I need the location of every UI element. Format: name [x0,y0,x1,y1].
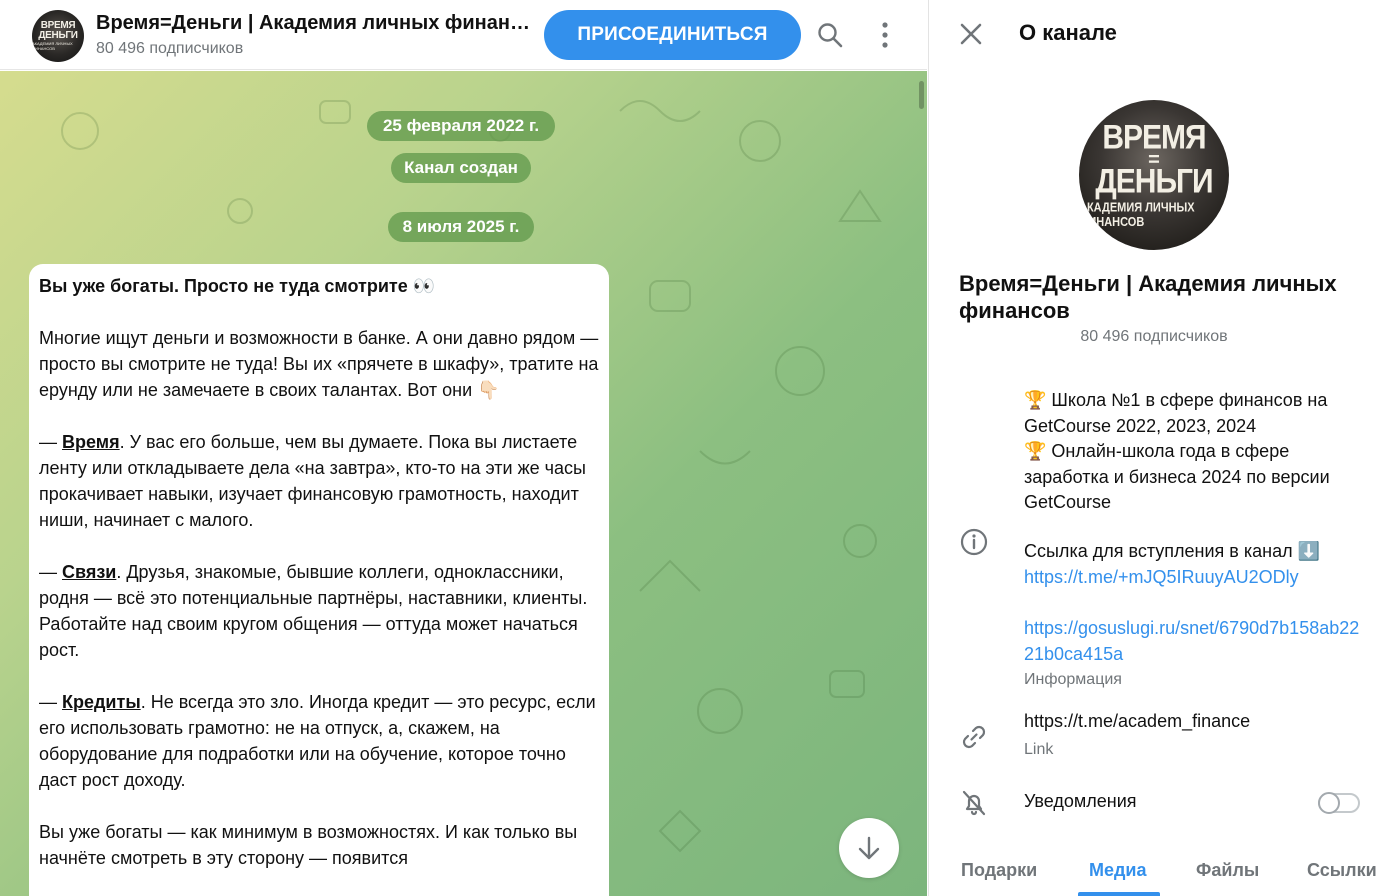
tab-gifts[interactable]: Подарки [961,860,1037,881]
toggle-knob [1318,792,1340,814]
more-vertical-icon[interactable] [872,20,898,50]
join-link-block: Ссылка для вступления в канал ⬇️ https:/… [1024,539,1369,590]
description-line: 🏆 Онлайн-школа года в сфере заработка и … [1024,441,1330,512]
panel-title: О канале [1019,20,1117,45]
post-term-link[interactable]: Связи [62,562,116,582]
chat-column: ВРЕМЯ ДЕНЬГИ АКАДЕМИЯ ЛИЧНЫХ ФИНАНСОВ Вр… [0,0,927,896]
post-headline: Вы уже богаты. Просто не туда смотрите 👀 [39,276,436,296]
channel-avatar[interactable]: ВРЕМЯ ДЕНЬГИ АКАДЕМИЯ ЛИЧНЫХ ФИНАНСОВ [32,10,84,62]
post-term-link[interactable]: Кредиты [62,692,141,712]
arrow-down-icon [858,836,880,860]
invite-link[interactable]: https://t.me/+mJQ5IRuuyAU2ODly [1024,567,1299,587]
channel-description: 🏆 Школа №1 в сфере финансов на GetCourse… [1024,388,1369,516]
info-caption: Информация [1024,671,1122,688]
chat-subscriber-count: 80 496 подписчиков [96,40,244,57]
tab-media[interactable]: Медиа [1089,860,1147,881]
join-button[interactable]: ПРИСОЕДИНИТЬСЯ [544,10,801,60]
link-icon [962,725,986,749]
scroll-to-bottom-button[interactable] [839,818,899,878]
channel-subscriber-count: 80 496 подписчиков [1080,328,1228,345]
gosuslugi-link-block: https://gosuslugi.ru/snet/6790d7b158ab22… [1024,616,1369,667]
date-separator: 8 июля 2025 г. [388,212,534,242]
avatar-text-line3: АКАДЕМИЯ ЛИЧНЫХ ФИНАНСОВ [1079,200,1195,230]
post-paragraph: Вы уже богаты — как минимум в возможност… [39,822,578,868]
avatar-text-line3: АКАДЕМИЯ ЛИЧНЫХ ФИНАНСОВ [32,41,73,51]
post-text: . У вас его больше, чем вы думаете. Пока… [39,432,586,530]
post-paragraph: — Время. У вас его больше, чем вы думает… [39,429,599,533]
search-icon[interactable] [815,20,845,50]
tab-files[interactable]: Файлы [1196,860,1259,881]
active-tab-indicator [1078,892,1160,896]
service-message-channel-created: Канал создан [391,153,531,183]
notifications-toggle[interactable] [1318,792,1360,814]
dash: — [39,432,63,452]
channel-info-panel: О канале ВРЕМЯ = ДЕНЬГИ АКАДЕМИЯ ЛИЧНЫХ … [928,0,1386,896]
channel-avatar-large[interactable]: ВРЕМЯ = ДЕНЬГИ АКАДЕМИЯ ЛИЧНЫХ ФИНАНСОВ [1079,100,1229,250]
description-line: 🏆 Школа №1 в сфере финансов на GetCourse… [1024,390,1328,436]
gosuslugi-link[interactable]: https://gosuslugi.ru/snet/6790d7b158ab22… [1024,618,1359,664]
channel-post[interactable]: Вы уже богаты. Просто не туда смотрите 👀… [29,264,609,896]
post-paragraph: — Связи. Друзья, знакомые, бывшие коллег… [39,559,599,663]
bell-off-icon [962,790,986,816]
avatar-text-line2: ДЕНЬГИ [38,30,78,41]
chat-background[interactable]: 25 февраля 2022 г. Канал создан 8 июля 2… [0,71,927,896]
avatar-text-line1: ВРЕМЯ [1102,118,1206,157]
post-text: . Друзья, знакомые, бывшие коллеги, одно… [39,562,588,660]
date-separator: 25 февраля 2022 г. [367,111,555,141]
chat-header[interactable]: ВРЕМЯ ДЕНЬГИ АКАДЕМИЯ ЛИЧНЫХ ФИНАНСОВ Вр… [0,0,927,70]
media-tabs: Подарки Медиа Файлы Ссылки [929,848,1386,896]
post-term-link[interactable]: Время [62,432,120,452]
chat-title[interactable]: Время=Деньги | Академия личных финансов [96,12,536,35]
dash: — [39,692,63,712]
close-icon[interactable] [959,22,983,46]
link-caption: Link [1024,741,1054,758]
notifications-label: Уведомления [1024,791,1137,811]
info-icon [960,528,988,556]
avatar-text-line2: ДЕНЬГИ [1095,162,1213,201]
tab-links[interactable]: Ссылки [1307,860,1377,881]
post-paragraph: — Кредиты. Не всегда это зло. Иногда кре… [39,689,599,793]
dash: — [39,562,63,582]
public-link[interactable]: https://t.me/academ_finance [1024,711,1250,732]
scrollbar[interactable] [919,81,924,109]
post-paragraph: Многие ищут деньги и возможности в банке… [39,328,599,400]
channel-name: Время=Деньги | Академия личных финансов [959,271,1337,323]
join-link-text: Ссылка для вступления в канал ⬇️ [1024,541,1320,561]
